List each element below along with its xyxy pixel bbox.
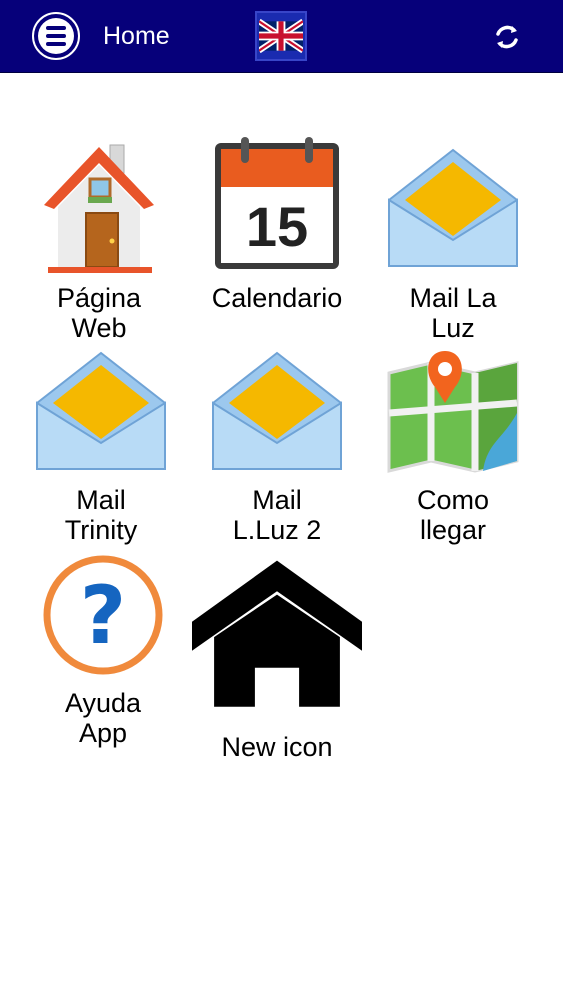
menu-icon bbox=[38, 18, 74, 54]
calendar-day: 15 bbox=[245, 195, 309, 258]
tile-label: Como llegar bbox=[416, 485, 490, 545]
tile-label: Calendario bbox=[211, 283, 343, 313]
tile-label: Página Web bbox=[56, 283, 142, 343]
uk-flag-icon bbox=[259, 18, 303, 54]
envelope-icon bbox=[388, 148, 518, 267]
envelope-icon bbox=[36, 351, 166, 470]
envelope-icon bbox=[212, 351, 342, 470]
top-bar: Home bbox=[0, 0, 563, 73]
black-house-icon bbox=[192, 560, 362, 707]
language-button[interactable] bbox=[255, 11, 307, 61]
house-icon bbox=[44, 144, 154, 273]
refresh-button[interactable] bbox=[490, 20, 524, 54]
tile-label: Ayuda App bbox=[64, 688, 142, 748]
tile-label: Mail L.Luz 2 bbox=[232, 485, 322, 545]
app-screen: Home Página Web 15 Calendario Mail La Lu… bbox=[0, 0, 563, 1000]
svg-text:?: ? bbox=[80, 569, 126, 662]
refresh-icon bbox=[496, 25, 518, 49]
tile-label: Mail La Luz bbox=[409, 283, 497, 343]
tile-label: New icon bbox=[221, 732, 333, 762]
help-icon: ? bbox=[43, 555, 163, 675]
map-icon bbox=[387, 351, 519, 473]
page-title: Home bbox=[103, 22, 170, 50]
menu-button[interactable] bbox=[32, 12, 80, 60]
tile-label: Mail Trinity bbox=[64, 485, 138, 545]
